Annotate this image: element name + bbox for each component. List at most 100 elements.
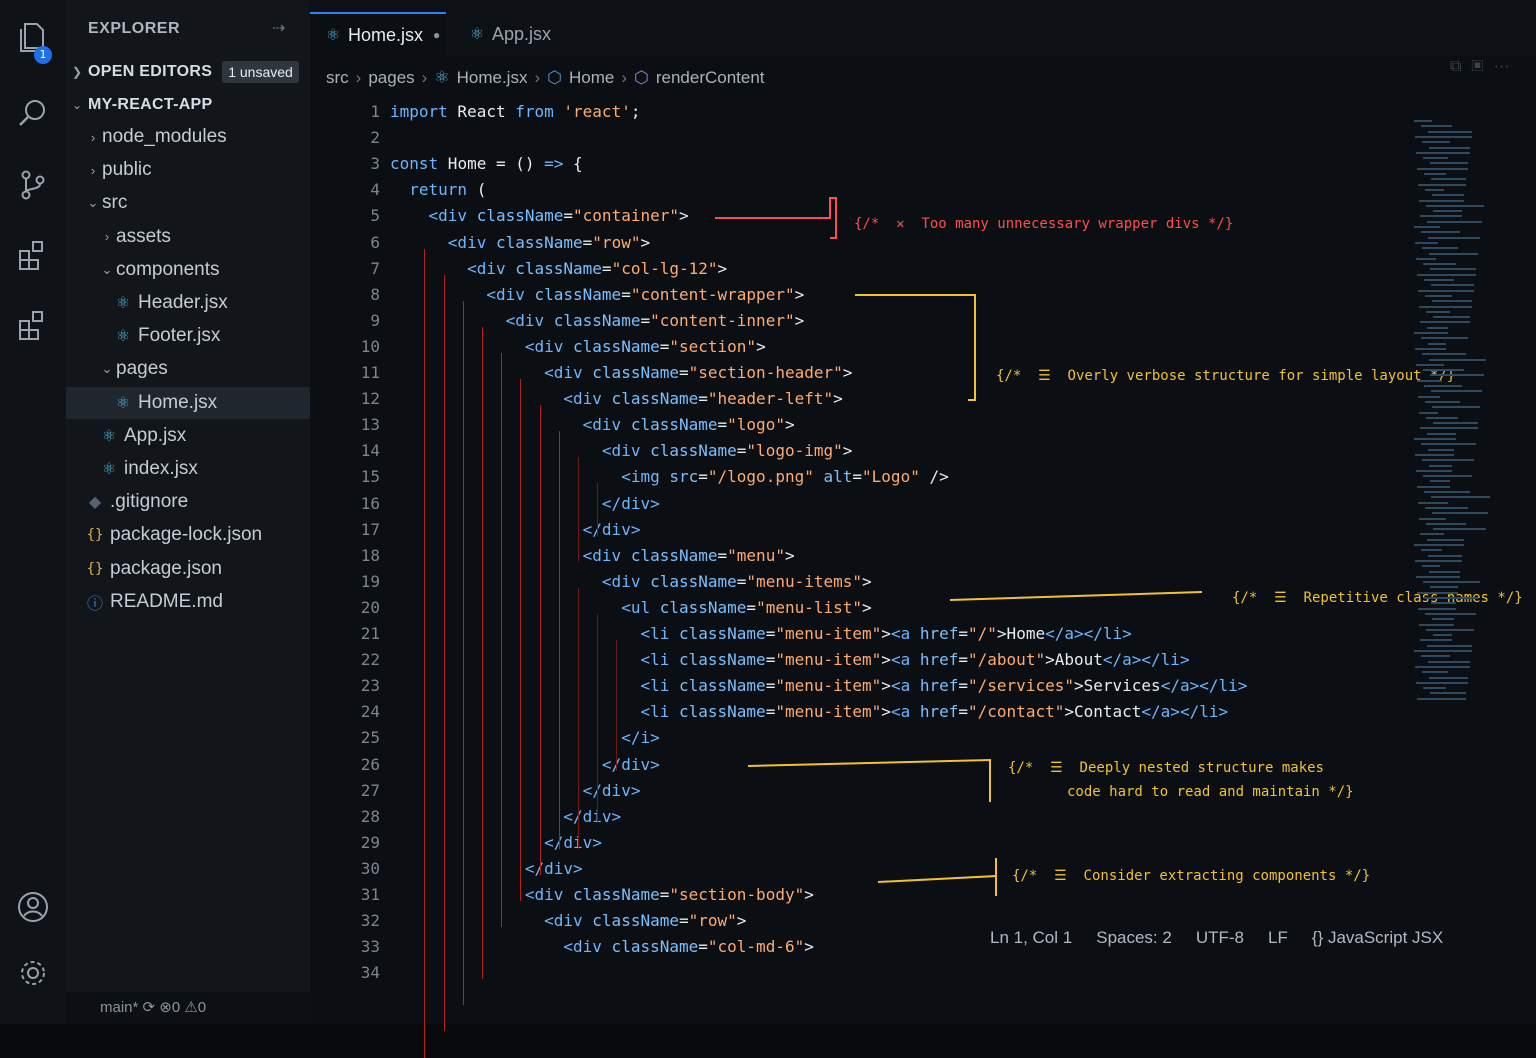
minimap-line	[1424, 491, 1470, 493]
minimap-line	[1423, 687, 1446, 690]
tree-item[interactable]: ⌄ pages	[66, 353, 310, 385]
editor-actions[interactable]: ⧉▣⋯	[1450, 58, 1520, 76]
minimap-line	[1423, 157, 1448, 160]
tab-home-jsx[interactable]: ⚛ Home.jsx ●	[310, 12, 446, 56]
minimap-line	[1418, 183, 1466, 186]
breadcrumb-file[interactable]: Home.jsx	[457, 68, 528, 88]
tree-item[interactable]: ⚛ Footer.jsx	[66, 320, 310, 352]
minimap-line	[1427, 220, 1482, 223]
chevron-right-icon: ›	[90, 162, 96, 178]
tab-app-jsx[interactable]: ⚛ App.jsx	[456, 12, 586, 56]
breadcrumb-src[interactable]: src	[326, 68, 349, 88]
code-token: <a	[890, 624, 911, 643]
indent-guide	[558, 431, 560, 849]
more-actions-icon[interactable]: ⇢	[272, 18, 285, 38]
code-token: <li	[390, 702, 670, 722]
tree-item[interactable]: ⌄ src	[66, 187, 310, 219]
code-token: "menu-item"	[775, 650, 882, 670]
annotation-comment: {/* ✕ Too many unnecessary wrapper divs …	[854, 216, 1234, 232]
code-token: =	[698, 937, 708, 957]
code-token: "col-lg-12"	[611, 258, 718, 278]
code-token: =	[698, 389, 708, 409]
extensions-icon[interactable]	[14, 236, 52, 274]
minimap-line	[1415, 241, 1438, 244]
line-number: 26	[360, 754, 380, 774]
code-token: >About	[1045, 650, 1103, 670]
tree-item-label: Header.jsx	[138, 292, 228, 313]
tree-item[interactable]: ⚛ index.jsx	[66, 453, 310, 485]
tree-item[interactable]: ⚛ App.jsx	[66, 420, 310, 452]
code-token: "menu-list"	[756, 597, 863, 617]
settings-gear-icon[interactable]	[14, 954, 52, 992]
code-token: "menu"	[727, 545, 785, 565]
breadcrumb-pages[interactable]: pages	[368, 68, 414, 88]
minimap-line	[1422, 671, 1448, 674]
tree-item-label: package-lock.json	[110, 524, 263, 546]
code-line: <div className="content-wrapper">	[390, 285, 804, 304]
search-icon[interactable]	[14, 94, 52, 132]
code-token: >	[862, 571, 872, 591]
line-ending[interactable]: LF	[1268, 928, 1288, 948]
minimap-line	[1428, 448, 1454, 451]
code-token: <div	[390, 336, 564, 356]
tree-item[interactable]: ⌄ components	[66, 254, 310, 286]
minimap-line	[1423, 581, 1480, 584]
code-token: <div	[390, 232, 487, 252]
annotation-comment: {/* ☰ Consider extracting components */}	[1012, 868, 1371, 884]
tree-item[interactable]: › node_modules	[66, 121, 310, 153]
line-number: 33	[360, 937, 380, 957]
cursor-position[interactable]: Ln 1, Col 1	[990, 928, 1072, 948]
tree-item[interactable]: ◆ .gitignore	[66, 486, 310, 518]
minimap[interactable]	[1414, 120, 1514, 720]
code-token: <img	[390, 467, 660, 487]
branch-status[interactable]: main* ⟳ ⊗0 ⚠0	[100, 998, 206, 1016]
tree-item[interactable]: ⚛ Header.jsx	[66, 287, 310, 319]
chevron-down-icon: ⌄	[101, 361, 113, 377]
line-number: 11	[360, 363, 380, 382]
line-number: 22	[360, 650, 380, 670]
minimap-line	[1431, 284, 1474, 287]
minimap-line	[1420, 533, 1444, 536]
extensions-alt-icon[interactable]	[14, 306, 52, 344]
tree-item[interactable]: {} package-lock.json	[66, 519, 310, 551]
indentation[interactable]: Spaces: 2	[1096, 928, 1172, 948]
breadcrumb-method[interactable]: renderContent	[656, 68, 765, 88]
account-icon[interactable]	[14, 888, 52, 926]
code-token: "/logo.png"	[707, 467, 814, 487]
minimap-line	[1426, 416, 1458, 419]
code-line: <div className="row">	[390, 233, 650, 252]
tree-item[interactable]: › assets	[66, 221, 310, 253]
tree-item-label: README.md	[110, 590, 223, 612]
minimap-line	[1417, 485, 1450, 488]
minimap-line	[1428, 554, 1462, 557]
tree-item-label: App.jsx	[124, 424, 187, 446]
encoding[interactable]: UTF-8	[1196, 928, 1244, 948]
open-editors-section[interactable]: ❯ OPEN EDITORS 1 unsaved	[72, 58, 299, 86]
language-mode[interactable]: {} JavaScript JSX	[1312, 928, 1443, 948]
code-token: >Home	[996, 624, 1046, 643]
line-number: 27	[360, 780, 380, 800]
minimap-line	[1420, 427, 1478, 430]
tree-item[interactable]: ⓘ README.md	[66, 586, 310, 618]
code-line: </i>	[390, 728, 660, 747]
code-token: className	[544, 310, 641, 330]
minimap-line	[1429, 464, 1452, 467]
breadcrumb-component[interactable]: Home	[569, 68, 614, 88]
source-control-icon[interactable]	[14, 166, 52, 204]
code-token: href	[910, 702, 959, 722]
minimap-line	[1419, 199, 1464, 202]
explorer-sidebar: EXPLORER ⇢ ❯ OPEN EDITORS 1 unsaved ⌄ MY…	[66, 0, 376, 1024]
minimap-line	[1431, 178, 1466, 181]
code-token: className	[601, 937, 699, 957]
project-section[interactable]: ⌄ MY-REACT-APP	[72, 91, 213, 119]
tree-item[interactable]: {} package.json	[66, 553, 310, 585]
code-token: =	[678, 911, 689, 931]
code-token: "/"	[968, 624, 997, 643]
minimap-line	[1428, 236, 1480, 239]
tree-item[interactable]: ⚛ Home.jsx	[66, 386, 310, 419]
line-number: 18	[360, 545, 380, 565]
line-number: 13	[360, 415, 380, 435]
line-number: 17	[360, 519, 380, 539]
tree-item[interactable]: › public	[66, 154, 310, 186]
minimap-line	[1423, 263, 1456, 266]
